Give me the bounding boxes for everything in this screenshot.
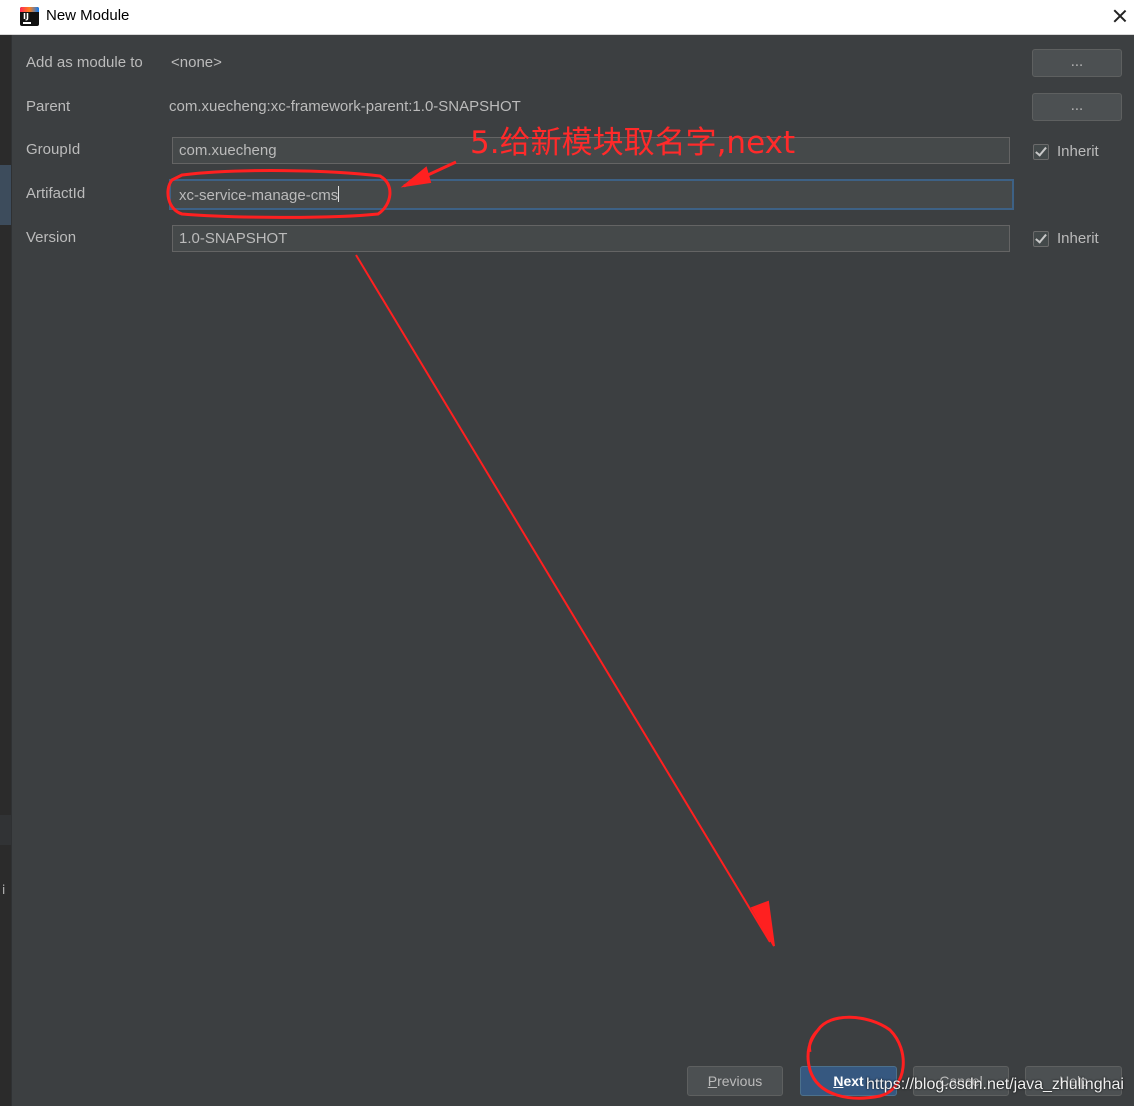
groupid-inherit-label[interactable]: Inherit <box>1057 143 1099 160</box>
background-ide-glyph: i <box>2 883 6 897</box>
parent-label: Parent <box>26 98 71 115</box>
title-bar: IJ New Module <box>0 0 1134 35</box>
add-as-module-value[interactable]: <none> <box>171 54 222 71</box>
next-label-rest: ext <box>843 1073 864 1089</box>
add-as-module-browse-button[interactable]: ... <box>1032 49 1122 77</box>
window-title: New Module <box>46 7 130 24</box>
parent-value[interactable]: com.xuecheng:xc-framework-parent:1.0-SNA… <box>169 98 521 115</box>
app-icon-letters: IJ <box>23 12 29 21</box>
dialog-left-edge <box>11 35 12 1106</box>
background-ide-strip: i <box>0 35 11 1106</box>
parent-browse-button[interactable]: ... <box>1032 93 1122 121</box>
annotation-overlay <box>166 160 905 1100</box>
annotation-arrow-to-next <box>355 254 771 943</box>
version-field[interactable]: 1.0-SNAPSHOT <box>172 225 1010 252</box>
close-icon[interactable] <box>1110 4 1130 28</box>
text-caret <box>338 186 340 202</box>
annotation-arrow-to-next-head <box>750 900 775 947</box>
artifactid-label: ArtifactId <box>26 185 86 202</box>
artifactid-field[interactable]: xc-service-manage-cms <box>169 179 1014 210</box>
version-inherit-label[interactable]: Inherit <box>1057 230 1099 247</box>
groupid-inherit-checkbox[interactable] <box>1033 144 1049 160</box>
watermark: https://blog.csdn.net/java_zhulinghai <box>866 1076 1124 1093</box>
next-mnemonic: N <box>833 1073 844 1089</box>
intellij-idea-icon: IJ <box>20 7 39 26</box>
previous-label-rest: revious <box>717 1073 763 1089</box>
version-inherit-checkbox[interactable] <box>1033 231 1049 247</box>
artifactid-field-text: xc-service-manage-cms <box>179 187 339 204</box>
add-as-module-label: Add as module to <box>26 54 143 71</box>
previous-mnemonic: P <box>707 1073 718 1089</box>
annotation-text: 5.给新模块取名字,next <box>470 125 796 161</box>
previous-button[interactable]: Previous <box>687 1066 783 1096</box>
groupid-label: GroupId <box>26 141 81 158</box>
version-label: Version <box>26 229 77 246</box>
